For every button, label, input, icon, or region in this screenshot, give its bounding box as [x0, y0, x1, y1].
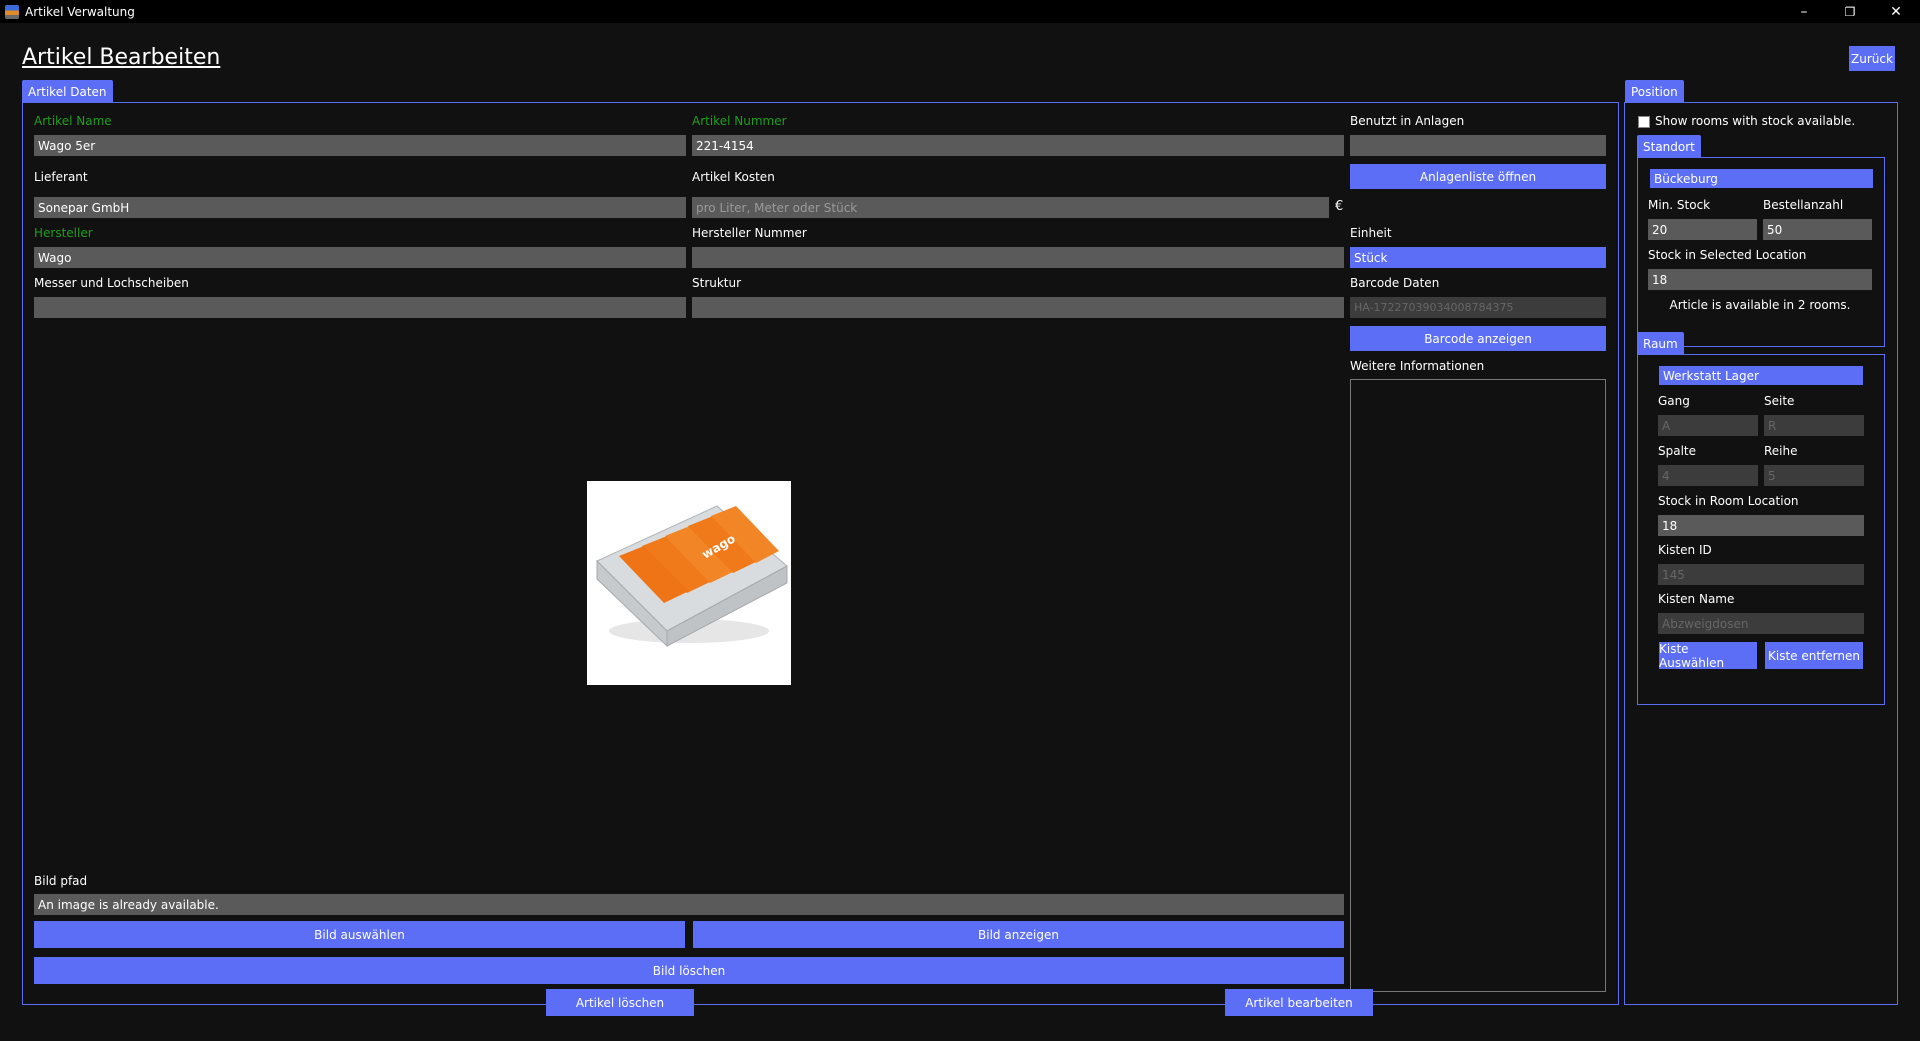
- kisten-name-label: Kisten Name: [1658, 592, 1735, 606]
- page-title: Artikel Bearbeiten: [22, 45, 221, 70]
- messer-lochscheiben-label: Messer und Lochscheiben: [34, 276, 189, 290]
- hersteller-label: Hersteller: [34, 226, 93, 240]
- back-button[interactable]: Zurück: [1849, 46, 1895, 71]
- struktur-input[interactable]: [692, 297, 1344, 318]
- bild-pfad-input[interactable]: An image is already available.: [34, 894, 1344, 915]
- artikel-name-input[interactable]: Wago 5er: [34, 135, 686, 156]
- artikel-kosten-input[interactable]: pro Liter, Meter oder Stück: [692, 197, 1329, 218]
- reihe-field: 5: [1764, 465, 1864, 486]
- lieferant-input[interactable]: Sonepar GmbH: [34, 197, 686, 218]
- struktur-label: Struktur: [692, 276, 742, 290]
- kisten-id-field: 145: [1658, 564, 1864, 585]
- tab-raum[interactable]: Raum: [1637, 332, 1684, 355]
- bestellanzahl-label: Bestellanzahl: [1763, 198, 1844, 212]
- currency-symbol: €: [1335, 199, 1344, 214]
- show-rooms-checkbox[interactable]: [1638, 116, 1650, 128]
- spalte-field: 4: [1658, 465, 1758, 486]
- minimize-icon[interactable]: –: [1781, 0, 1827, 23]
- weitere-informationen-label: Weitere Informationen: [1350, 359, 1485, 373]
- lieferant-label: Lieferant: [34, 170, 88, 184]
- messer-lochscheiben-input[interactable]: [34, 297, 686, 318]
- barcode-daten-field: HA-17227039034008784375: [1350, 297, 1606, 318]
- wago-connector-illustration: wago: [587, 481, 791, 685]
- title-bar: Artikel Verwaltung – ❐ ✕: [0, 0, 1920, 23]
- window-title: Artikel Verwaltung: [25, 4, 135, 19]
- artikel-loeschen-button[interactable]: Artikel löschen: [546, 989, 694, 1016]
- raum-select[interactable]: Werkstatt Lager: [1659, 366, 1863, 385]
- tab-standort[interactable]: Standort: [1637, 135, 1701, 158]
- app-icon: [5, 4, 19, 19]
- standort-select[interactable]: Bückeburg: [1650, 169, 1873, 188]
- einheit-label: Einheit: [1350, 226, 1392, 240]
- spalte-label: Spalte: [1658, 444, 1697, 458]
- artikel-nummer-label: Artikel Nummer: [692, 114, 787, 128]
- product-image: wago: [587, 481, 791, 685]
- close-icon[interactable]: ✕: [1873, 0, 1919, 23]
- tab-position[interactable]: Position: [1625, 80, 1684, 103]
- barcode-daten-label: Barcode Daten: [1350, 276, 1440, 290]
- hersteller-nummer-label: Hersteller Nummer: [692, 226, 807, 240]
- benutzt-in-anlagen-label: Benutzt in Anlagen: [1350, 114, 1465, 128]
- bild-loeschen-button[interactable]: Bild löschen: [34, 957, 1344, 984]
- gang-label: Gang: [1658, 394, 1690, 408]
- stock-selected-location-input[interactable]: 18: [1648, 269, 1872, 290]
- bild-auswaehlen-button[interactable]: Bild auswählen: [34, 921, 685, 948]
- show-rooms-label: Show rooms with stock available.: [1655, 114, 1856, 128]
- hersteller-input[interactable]: Wago: [34, 247, 686, 268]
- artikel-bearbeiten-button[interactable]: Artikel bearbeiten: [1225, 989, 1373, 1016]
- tab-artikel-daten[interactable]: Artikel Daten: [22, 80, 113, 103]
- artikel-name-label: Artikel Name: [34, 114, 112, 128]
- seite-label: Seite: [1764, 394, 1795, 408]
- kisten-id-label: Kisten ID: [1658, 543, 1712, 557]
- reihe-label: Reihe: [1764, 444, 1798, 458]
- bild-anzeigen-button[interactable]: Bild anzeigen: [693, 921, 1344, 948]
- stock-room-location-label: Stock in Room Location: [1658, 494, 1799, 508]
- min-stock-label: Min. Stock: [1648, 198, 1711, 212]
- einheit-select[interactable]: Stück: [1350, 247, 1606, 268]
- kisten-name-field: Abzweigdosen: [1658, 613, 1864, 634]
- stock-selected-location-label: Stock in Selected Location: [1648, 248, 1807, 262]
- kiste-auswaehlen-button[interactable]: Kiste Auswählen: [1659, 642, 1757, 670]
- kiste-entfernen-button[interactable]: Kiste entfernen: [1765, 642, 1863, 669]
- main-area: Artikel Bearbeiten Zurück Artikel Daten …: [0, 23, 1920, 1041]
- hersteller-nummer-input[interactable]: [692, 247, 1344, 268]
- seite-field: R: [1764, 415, 1864, 436]
- anlagenliste-oeffnen-button[interactable]: Anlagenliste öffnen: [1350, 164, 1606, 189]
- artikel-kosten-label: Artikel Kosten: [692, 170, 775, 184]
- bild-pfad-label: Bild pfad: [34, 874, 88, 888]
- availability-text: Article is available in 2 rooms.: [1669, 298, 1851, 312]
- bestellanzahl-input[interactable]: 50: [1763, 219, 1872, 240]
- weitere-informationen-textarea[interactable]: [1350, 379, 1606, 992]
- benutzt-in-anlagen-field[interactable]: [1350, 135, 1606, 156]
- min-stock-input[interactable]: 20: [1648, 219, 1757, 240]
- artikel-nummer-input[interactable]: 221-4154: [692, 135, 1344, 156]
- stock-room-location-input[interactable]: 18: [1658, 515, 1864, 536]
- barcode-anzeigen-button[interactable]: Barcode anzeigen: [1350, 326, 1606, 351]
- restore-icon[interactable]: ❐: [1827, 0, 1873, 23]
- gang-field: A: [1658, 415, 1758, 436]
